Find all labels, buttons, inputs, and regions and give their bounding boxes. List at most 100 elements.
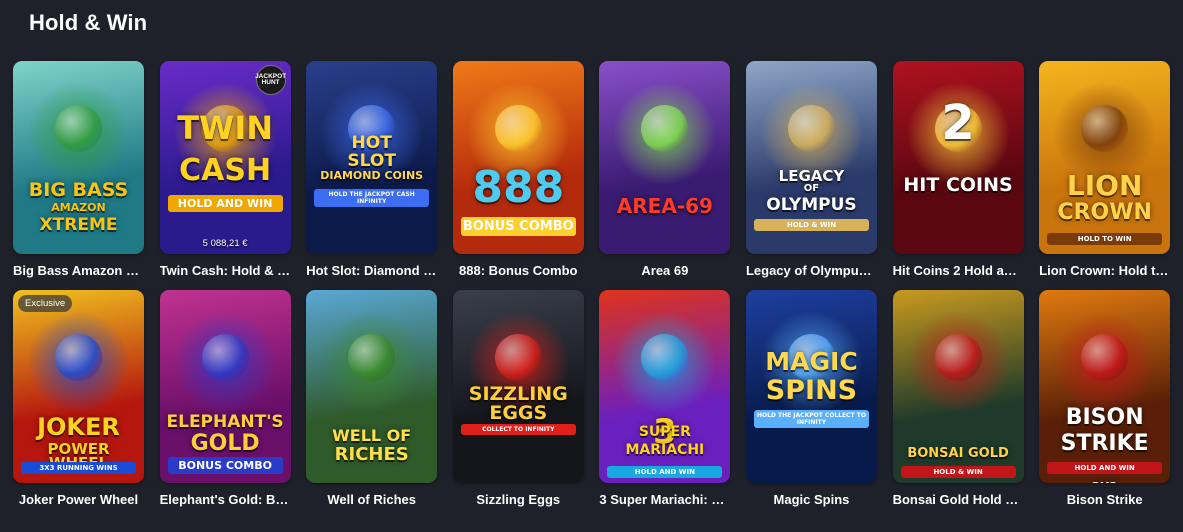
artwork-title: SPINS	[765, 375, 858, 406]
game-title[interactable]: Bonsai Gold Hold and Win	[893, 492, 1024, 508]
artwork-subtitle: HOLD TO WIN	[1047, 233, 1163, 245]
game-thumbnail[interactable]: SIZZLING EGGS COLLECT TO INFINITY	[452, 290, 584, 483]
game-title[interactable]: Legacy of Olympus: Hold & Win	[746, 263, 877, 279]
artwork-title: 2	[941, 95, 975, 151]
artwork-subtitle: HOLD AND WIN	[167, 195, 283, 212]
game-tile[interactable]: LION CROWN HOLD TO WIN Lion Crown: Hold the…	[1039, 61, 1171, 279]
artwork-title: MAGIC	[765, 347, 858, 376]
game-thumbnail[interactable]: 2 HIT COINS	[892, 61, 1024, 254]
artwork-subtitle: BONUS COMBO	[167, 457, 283, 474]
artwork-title: 888	[472, 162, 565, 213]
artwork-title: AMAZON	[51, 201, 106, 214]
artwork-title: STRIKE	[1060, 431, 1149, 456]
artwork-subtitle: HOLD & WIN	[753, 219, 869, 231]
game-thumbnail[interactable]: BISONSTRIKE HOLD AND WIN 3X3	[1039, 290, 1171, 483]
artwork-title: LEGACY	[778, 167, 845, 185]
artwork-title: CROWN	[1057, 200, 1152, 225]
artwork-title: XTREME	[39, 215, 118, 235]
game-tile[interactable]: LEGACY OF OLYMPUS HOLD & WIN Legacy of Olymp…	[745, 61, 877, 279]
elephant-icon	[201, 334, 249, 381]
game-tile[interactable]: 3 SUPER MARIACHI HOLD AND WIN 3 Super Mariac…	[599, 290, 731, 508]
artwork-title: EGGS	[489, 402, 548, 424]
artwork-title: MARIACHI	[625, 442, 705, 458]
game-tile[interactable]: BONSAI GOLD HOLD & WIN Bonsai Gold Hold an…	[892, 290, 1024, 508]
game-tile[interactable]: ELEPHANT'S GOLD BONUS COMBO Elephant's Gold…	[159, 290, 291, 508]
game-tile[interactable]: BIG BASSAMAZONXTREME Big Bass Amazon Xtre…	[13, 61, 144, 279]
game-title[interactable]: Hot Slot: Diamond Coins	[306, 263, 437, 279]
game-title[interactable]: Lion Crown: Hold the Spin	[1039, 263, 1170, 279]
game-thumbnail[interactable]: BIG BASS AMAZON XTREME	[13, 61, 144, 254]
artwork-title: GOLD	[190, 431, 260, 456]
game-title[interactable]: 3 Super Mariachi: Hold and Win	[599, 492, 730, 508]
exclusive-badge: Exclusive	[18, 295, 73, 312]
game-thumbnail[interactable]: TWIN CASH HOLD AND WIN 5 088,21 € JACKPOT HU…	[159, 61, 291, 254]
game-thumbnail[interactable]: 888 BONUS COMBO	[452, 61, 584, 254]
lion-icon	[1081, 105, 1129, 152]
artwork-title: BISON	[1065, 405, 1144, 430]
artwork-subtitle: HOLD & WIN	[900, 466, 1016, 478]
joker-icon	[55, 334, 102, 381]
game-tile[interactable]: JOKERPOWER WHEEL3X3 RUNNING WINSExclusiv…	[13, 290, 144, 508]
artwork-title: 3X3	[1043, 481, 1166, 483]
game-title[interactable]: Twin Cash: Hold & Win	[160, 263, 291, 279]
artwork-title: HIT COINS	[903, 174, 1013, 196]
game-tile[interactable]: SIZZLING EGGS COLLECT TO INFINITY Sizzling …	[452, 290, 584, 508]
artwork-title: HOT	[351, 133, 392, 153]
artwork-title: LION	[1066, 169, 1143, 202]
artwork-title: CASH	[179, 153, 272, 188]
game-thumbnail[interactable]: LEGACY OF OLYMPUS HOLD & WIN	[745, 61, 877, 254]
game-thumbnail[interactable]: BONSAI GOLD HOLD & WIN	[892, 290, 1024, 483]
game-title[interactable]: Area 69	[599, 263, 730, 279]
artwork-title: OF	[803, 183, 820, 194]
game-title[interactable]: Joker Power Wheel	[13, 492, 144, 508]
game-title[interactable]: Magic Spins	[746, 492, 877, 508]
page: Hold & Win BIG BASS AMAZON XTREME Big Bass …	[0, 0, 1183, 532]
artwork-subtitle: BONUS COMBO	[460, 217, 576, 236]
artwork-subtitle: HOLD AND WIN	[607, 466, 723, 478]
artwork-title: OLYMPUS	[766, 195, 857, 215]
game-title[interactable]: Well of Riches	[306, 492, 437, 508]
bison-icon	[1081, 334, 1129, 381]
artwork-title: SIZZLING	[468, 383, 568, 405]
artwork-title: SUPER	[638, 424, 691, 440]
game-title[interactable]: Bison Strike	[1039, 492, 1170, 508]
game-tile[interactable]: 2 HIT COINS Hit Coins 2 Hold and Spin	[892, 61, 1024, 279]
game-tile[interactable]: 888 BONUS COMBO 888: Bonus Combo	[452, 61, 584, 279]
waterfall-icon	[348, 334, 396, 381]
game-tile[interactable]: BISONSTRIKE HOLD AND WIN 3X3 Bison Strike	[1039, 290, 1171, 508]
game-thumbnail[interactable]: MAGIC SPINS HOLD THE JACKPOT COLLECT TO IN…	[745, 290, 877, 483]
artwork-title: DIAMOND COINS	[320, 169, 424, 182]
tree-icon	[934, 334, 982, 381]
game-tile[interactable]: TWIN CASH HOLD AND WIN 5 088,21 € JACKPOT HU…	[159, 61, 291, 279]
artwork-subtitle: 3X3 RUNNING WINS	[21, 462, 136, 474]
game-thumbnail[interactable]: HOT SLOT DIAMOND COINS HOLD THE JACKPOT CAS…	[306, 61, 438, 254]
game-tile[interactable]: WELL of RICHES Well of Riches	[306, 290, 438, 508]
artwork-title: ELEPHANT'S	[166, 412, 284, 432]
artwork-subtitle: COLLECT TO INFINITY	[460, 424, 576, 435]
artwork-subtitle: HOLD THE JACKPOT COLLECT TO INFINITY	[753, 410, 869, 428]
game-title[interactable]: 888: Bonus Combo	[453, 263, 584, 279]
game-title[interactable]: Elephant's Gold: Bonus Combo	[160, 492, 291, 508]
section-title: Hold & Win	[29, 10, 148, 35]
egg-icon	[494, 334, 542, 381]
game-tile[interactable]: HOT SLOT DIAMOND COINS HOLD THE JACKPOT CAS…	[306, 61, 438, 279]
game-thumbnail[interactable]: ELEPHANT'S GOLD BONUS COMBO	[159, 290, 291, 483]
game-thumbnail[interactable]: 3 SUPER MARIACHI HOLD AND WIN	[599, 290, 731, 483]
game-tile[interactable]: AREA-69 Area 69	[599, 61, 731, 279]
game-title[interactable]: Hit Coins 2 Hold and Spin	[893, 263, 1024, 279]
game-tile[interactable]: MAGIC SPINS HOLD THE JACKPOT COLLECT TO IN…	[745, 290, 877, 508]
artwork-title: BONSAI GOLD	[907, 446, 1009, 461]
game-thumbnail[interactable]: JOKERPOWER WHEEL3X3 RUNNING WINSExclusiv…	[13, 290, 144, 483]
artwork-title: WELL of	[332, 426, 412, 445]
game-title[interactable]: Big Bass Amazon Xtreme	[13, 263, 144, 279]
game-thumbnail[interactable]: LION CROWN HOLD TO WIN	[1039, 61, 1171, 254]
temple-icon	[787, 105, 835, 152]
artwork-title: SLOT	[347, 151, 396, 171]
game-thumbnail[interactable]: AREA-69	[599, 61, 731, 254]
game-grid: BIG BASSAMAZONXTREME Big Bass Amazon Xtre…	[13, 61, 1173, 508]
artwork-title: TWIN	[177, 109, 273, 147]
game-title[interactable]: Sizzling Eggs	[453, 492, 584, 508]
game-thumbnail[interactable]: WELL of RICHES	[306, 290, 438, 483]
artwork-title: RICHES	[334, 444, 409, 465]
artwork-title: BIG BASS	[28, 179, 129, 201]
